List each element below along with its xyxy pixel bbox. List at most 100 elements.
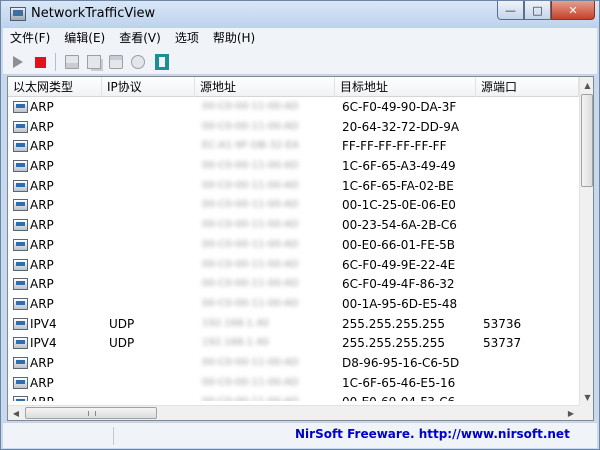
toolbar: [3, 48, 597, 75]
cell-ethernet-type: ARP: [30, 218, 54, 233]
cell-source-address: 00-C0-00-11-00-AD: [202, 160, 299, 172]
scroll-left-icon[interactable]: ◀: [8, 406, 24, 420]
exit-button[interactable]: [153, 53, 171, 71]
find-button[interactable]: [129, 53, 147, 71]
status-bar: NirSoft Freeware. http://www.nirsoft.net: [3, 422, 597, 448]
cell-ethernet-type: IPV4: [30, 336, 57, 351]
vertical-scrollbar[interactable]: ▲ ▼: [579, 77, 593, 405]
menu-file[interactable]: 文件(F): [3, 28, 57, 48]
properties-button[interactable]: [107, 53, 125, 71]
table-row[interactable]: ARP 00-C0-00-11-00-AD 6C-F0-49-9E-22-4E: [8, 255, 579, 275]
cell-source-address: 00-C0-00-11-00-AD: [202, 199, 299, 211]
scroll-right-icon[interactable]: ▶: [563, 406, 579, 420]
menu-view[interactable]: 查看(V): [112, 28, 168, 48]
save-button[interactable]: [63, 53, 81, 71]
cell-destination-address: 00-23-54-6A-2B-C6: [342, 218, 457, 233]
table-row[interactable]: ARP 00-C0-00-11-00-AD 1C-6F-65-FA-02-BE: [8, 176, 579, 196]
minimize-button[interactable]: —: [497, 1, 524, 20]
column-destination-address[interactable]: 目标地址: [335, 77, 476, 97]
scrollbar-corner: [579, 405, 593, 420]
cell-ethernet-type: ARP: [30, 100, 54, 114]
network-packet-icon: [13, 278, 28, 291]
cell-destination-address: 20-64-32-72-DD-9A: [342, 119, 460, 134]
app-window: NetworkTrafficView — □ ✕ 文件(F) 编辑(E) 查看(…: [0, 0, 600, 450]
list-header: 以太网类型 IP协议 源地址 目标地址 源端口: [8, 77, 579, 97]
horizontal-scrollbar[interactable]: ◀ ▶: [8, 405, 579, 420]
network-packet-icon: [13, 101, 28, 113]
horizontal-scroll-thumb[interactable]: [25, 407, 157, 419]
caption-buttons: — □ ✕: [497, 1, 595, 21]
stop-icon: [35, 57, 46, 68]
nirsoft-link[interactable]: NirSoft Freeware. http://www.nirsoft.net: [295, 427, 570, 441]
network-packet-icon: [13, 337, 28, 350]
cell-destination-address: 00-E0-66-01-FE-5B: [342, 237, 456, 252]
network-packet-icon: [13, 396, 28, 401]
cell-source-port: 53737: [483, 336, 522, 351]
table-row[interactable]: ARP 00-C0-00-11-00-AD 00-E0-69-04-F3-C6: [8, 392, 579, 401]
table-row[interactable]: IPV4 UDP 192.168.1.40 255.255.255.255 53737: [8, 333, 579, 353]
title-bar[interactable]: NetworkTrafficView — □ ✕: [1, 1, 599, 28]
network-packet-icon: [13, 140, 28, 153]
network-packet-icon: [13, 317, 28, 330]
stop-capture-button[interactable]: [31, 53, 49, 71]
column-ethernet-type[interactable]: 以太网类型: [8, 77, 102, 97]
table-row[interactable]: ARP 00-C0-00-11-00-AD 20-64-32-72-DD-9A: [8, 117, 579, 137]
grip-icon: [88, 411, 96, 416]
table-row[interactable]: ARP 00-C0-00-11-00-AD 00-1C-25-0E-06-E0: [8, 195, 579, 215]
menu-options[interactable]: 选项: [168, 28, 206, 48]
cell-ethernet-type: ARP: [30, 375, 54, 390]
network-packet-icon: [13, 120, 28, 133]
table-row[interactable]: ARP 00-C0-00-11-00-AD 00-23-54-6A-2B-C6: [8, 215, 579, 235]
properties-icon: [109, 55, 123, 69]
network-packet-icon: [13, 179, 28, 192]
cell-destination-address: 6C-F0-49-9E-22-4E: [342, 257, 456, 272]
cell-ethernet-type: ARP: [30, 159, 54, 174]
table-row[interactable]: ARP EC-A1-9F-DB-32-EA FF-FF-FF-FF-FF-FF: [8, 136, 579, 156]
cell-destination-address: 255.255.255.255: [342, 316, 446, 331]
table-row[interactable]: ARP 00-C0-00-11-00-AD 1C-6F-65-A3-49-49: [8, 156, 579, 176]
play-icon: [13, 56, 23, 68]
table-row[interactable]: ARP 00-C0-00-11-00-AD 00-1A-95-6D-E5-48: [8, 294, 579, 314]
cell-source-address: 00-C0-00-11-00-AD: [202, 278, 299, 290]
cell-ethernet-type: IPV4: [30, 316, 57, 331]
cell-ethernet-type: ARP: [30, 257, 54, 272]
table-row[interactable]: ARP 00-C0-00-11-00-AD 1C-6F-65-46-E5-16: [8, 373, 579, 393]
table-row[interactable]: ARP 00-C0-00-11-00-AD 6C-F0-49-90-DA-3F: [8, 97, 579, 117]
menu-edit[interactable]: 编辑(E): [57, 28, 112, 48]
table-row[interactable]: ARP 00-C0-00-11-00-AD D8-96-95-16-C6-5D: [8, 353, 579, 373]
cell-source-port: 53736: [483, 316, 522, 331]
cell-ethernet-type: ARP: [30, 237, 54, 252]
cell-ethernet-type: ARP: [30, 198, 54, 213]
vertical-scroll-thumb[interactable]: [581, 94, 593, 187]
cell-destination-address: 00-E0-69-04-F3-C6: [342, 392, 455, 401]
save-icon: [65, 55, 79, 69]
cell-ethernet-type: ARP: [30, 277, 54, 292]
table-row[interactable]: ARP 00-C0-00-11-00-AD 6C-F0-49-4F-86-32: [8, 274, 579, 294]
column-source-port[interactable]: 源端口: [476, 77, 579, 97]
traffic-list[interactable]: 以太网类型 IP协议 源地址 目标地址 源端口 ARP 00-C0-00-11-0…: [7, 76, 594, 421]
cell-source-address: 00-C0-00-11-00-AD: [202, 120, 299, 132]
scroll-down-icon[interactable]: ▼: [580, 389, 593, 405]
column-ip-protocol[interactable]: IP协议: [102, 77, 195, 97]
column-source-address[interactable]: 源地址: [195, 77, 335, 97]
cell-ip-protocol: UDP: [109, 336, 135, 351]
app-icon: [10, 7, 26, 21]
cell-source-address: 00-C0-00-11-00-AD: [202, 356, 299, 368]
cell-ethernet-type: ARP: [30, 139, 54, 154]
cell-source-address: 00-C0-00-11-00-AD: [202, 238, 299, 250]
start-capture-button[interactable]: [9, 53, 27, 71]
copy-button[interactable]: [85, 53, 103, 71]
network-packet-icon: [13, 376, 28, 389]
network-packet-icon: [13, 297, 28, 310]
table-row[interactable]: ARP 00-C0-00-11-00-AD 00-E0-66-01-FE-5B: [8, 235, 579, 255]
table-row[interactable]: IPV4 UDP 192.168.1.40 255.255.255.255 53736: [8, 314, 579, 334]
network-packet-icon: [13, 199, 28, 212]
cell-destination-address: FF-FF-FF-FF-FF-FF: [342, 139, 447, 154]
cell-ethernet-type: ARP: [30, 119, 54, 134]
cell-source-address: 00-C0-00-11-00-AD: [202, 297, 299, 309]
cell-destination-address: 00-1C-25-0E-06-E0: [342, 198, 456, 213]
scroll-up-icon[interactable]: ▲: [580, 77, 593, 93]
close-button[interactable]: ✕: [551, 1, 595, 20]
menu-help[interactable]: 帮助(H): [206, 28, 262, 48]
maximize-button[interactable]: □: [524, 1, 551, 20]
